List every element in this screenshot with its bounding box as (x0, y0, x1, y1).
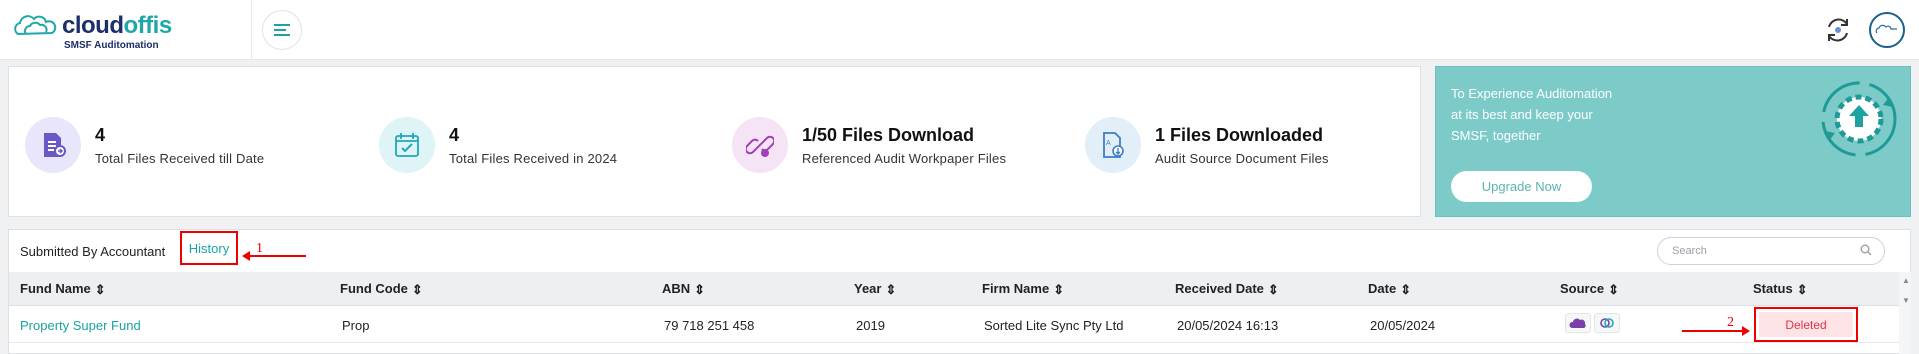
submissions-table-card: Submitted By Accountant History Fund Nam… (8, 229, 1911, 354)
year-cell: 2019 (856, 318, 885, 333)
stat-label: Referenced Audit Workpaper Files (802, 151, 1007, 166)
sort-icon: ⇕ (1267, 281, 1279, 297)
status-badge: Deleted (1759, 312, 1853, 337)
logo-subtitle: SMSF Auditomation (64, 40, 159, 51)
sort-icon: ⇕ (94, 281, 106, 297)
stats-card: 4 Total Files Received till Date 4 Total… (8, 66, 1421, 217)
sort-icon: ⇕ (1796, 281, 1808, 297)
search-input[interactable] (1657, 237, 1885, 265)
table-row[interactable]: Property Super Fund Prop 79 718 251 458 … (9, 307, 1899, 343)
logo-wordmark: cloudoffis (62, 12, 172, 39)
column-header-source[interactable]: Source ⇕ (1560, 281, 1619, 298)
column-header-received-date[interactable]: Received Date ⇕ (1175, 281, 1279, 298)
sort-icon: ⇕ (1608, 281, 1619, 297)
sync-button[interactable] (1820, 12, 1856, 48)
sort-icon: ⇕ (1400, 281, 1412, 297)
calendar-check-icon (379, 117, 435, 173)
column-header-status[interactable]: Status ⇕ (1753, 281, 1808, 298)
hamburger-icon (274, 24, 290, 36)
header-divider (251, 0, 252, 60)
upgrade-gear-icon (1821, 81, 1897, 157)
sort-icon: ⇕ (1053, 281, 1065, 297)
stat-label: Audit Source Document Files (1155, 151, 1329, 166)
stat-value: 4 (449, 125, 460, 145)
upgrade-now-button[interactable]: Upgrade Now (1451, 171, 1592, 202)
column-header-fund-name[interactable]: Fund Name ⇕ (20, 281, 106, 298)
received-date-cell: 20/05/2024 16:13 (1177, 318, 1279, 333)
sort-icon: ⇕ (694, 281, 706, 297)
fund-code-cell: Prop (342, 318, 370, 333)
tab-submitted-by-accountant[interactable]: Submitted By Accountant (20, 244, 165, 259)
stat-value: 1 Files Downloaded (1155, 125, 1324, 145)
column-header-abn[interactable]: ABN ⇕ (662, 281, 705, 298)
annotation-number-2: 2 (1727, 315, 1734, 330)
stat-value: 1/50 Files Download (802, 125, 975, 145)
sort-icon: ⇕ (411, 281, 423, 297)
stat-label: Total Files Received in 2024 (449, 151, 618, 166)
file-received-icon (25, 117, 81, 173)
stat-label: Total Files Received till Date (95, 151, 265, 166)
stat-value: 4 (95, 125, 106, 145)
promo-text: To Experience Auditomation at its best a… (1451, 86, 1613, 143)
abn-cell: 79 718 251 458 (664, 318, 755, 333)
top-bar: cloudoffis SMSF Auditomation (0, 0, 1919, 60)
sync-source-icon[interactable] (1594, 313, 1620, 333)
scroll-up-arrow-icon[interactable]: ▲ (1902, 276, 1910, 285)
table-header: Fund Name ⇕ Fund Code ⇕ ABN ⇕ Year ⇕ Firm Na… (9, 272, 1899, 306)
svg-text:A: A (1106, 140, 1111, 147)
scroll-down-arrow-icon[interactable]: ▼ (1902, 296, 1910, 305)
upgrade-promo-card: To Experience Auditomation at its best a… (1435, 66, 1911, 217)
sort-icon: ⇕ (885, 281, 897, 297)
user-avatar[interactable] (1869, 12, 1905, 48)
column-header-firm-name[interactable]: Firm Name ⇕ (982, 281, 1064, 298)
cloud-logo-icon (14, 15, 57, 36)
download-doc-icon: A (1085, 117, 1141, 173)
column-header-date[interactable]: Date ⇕ (1368, 281, 1411, 298)
search-icon[interactable] (1860, 244, 1872, 256)
menu-toggle-button[interactable] (262, 10, 302, 50)
source-icons (1565, 313, 1620, 333)
column-header-fund-code[interactable]: Fund Code ⇕ (340, 281, 423, 298)
logo[interactable]: cloudoffis SMSF Auditomation (12, 8, 252, 52)
cloud-source-icon[interactable] (1565, 313, 1591, 333)
date-cell: 20/05/2024 (1370, 318, 1436, 333)
avatar-logo-icon (1875, 24, 1897, 34)
link-file-icon (732, 117, 788, 173)
tab-history[interactable]: History (180, 231, 238, 265)
status-cell: Deleted (1754, 307, 1858, 342)
fund-name-link[interactable]: Property Super Fund (20, 318, 141, 333)
firm-name-cell: Sorted Lite Sync Pty Ltd (984, 318, 1124, 333)
sync-icon (1828, 18, 1848, 42)
annotation-number-1: 1 (256, 241, 263, 256)
column-header-year[interactable]: Year ⇕ (854, 281, 896, 298)
